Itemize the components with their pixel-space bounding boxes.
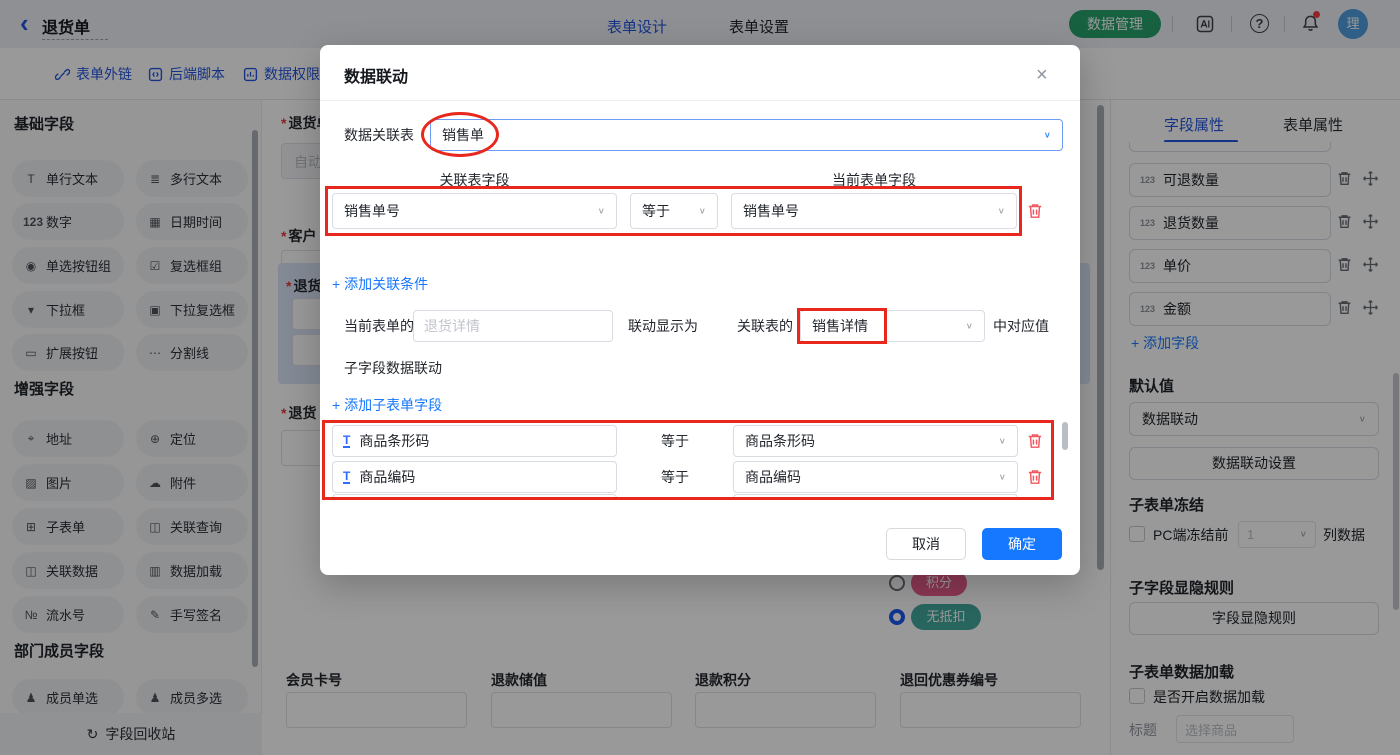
chevron-down-icon: ∨ bbox=[1044, 130, 1051, 139]
relation-table-select[interactable]: 销售单 ∨ bbox=[430, 119, 1063, 151]
add-condition-link[interactable]: + 添加关联条件 bbox=[332, 274, 428, 294]
current-form-label: 当前表单的 bbox=[344, 310, 414, 342]
modal-title: 数据联动 bbox=[344, 63, 408, 87]
relation-form-label: 关联表的 bbox=[737, 310, 793, 342]
add-subform-field-link[interactable]: + 添加子表单字段 bbox=[332, 395, 442, 415]
cancel-button[interactable]: 取消 bbox=[886, 528, 966, 560]
annotation-rect-relation-field bbox=[797, 308, 887, 344]
app-window: ‹ 退货单 表单设计 表单设置 数据管理 ? 理 表单外链 后端脚本 数据权限 bbox=[0, 0, 1400, 755]
chevron-down-icon: ∨ bbox=[966, 321, 973, 330]
annotation-ellipse-relation-table bbox=[421, 112, 499, 157]
modal-divider bbox=[320, 100, 1080, 101]
value-suffix-label: 中对应值 bbox=[993, 310, 1049, 342]
annotation-rect-sub-rows bbox=[322, 420, 1054, 500]
annotation-rect-condition-row bbox=[325, 186, 1022, 236]
confirm-button[interactable]: 确定 bbox=[982, 528, 1062, 560]
link-display-label: 联动显示为 bbox=[628, 310, 698, 342]
delete-condition-icon[interactable] bbox=[1026, 202, 1044, 220]
display-field-input[interactable] bbox=[413, 310, 613, 342]
close-icon[interactable]: × bbox=[1036, 65, 1048, 85]
relation-table-label: 数据关联表 bbox=[344, 119, 414, 151]
subfield-linkage-heading: 子字段数据联动 bbox=[344, 358, 442, 378]
modal-scrollbar[interactable] bbox=[1062, 422, 1068, 450]
